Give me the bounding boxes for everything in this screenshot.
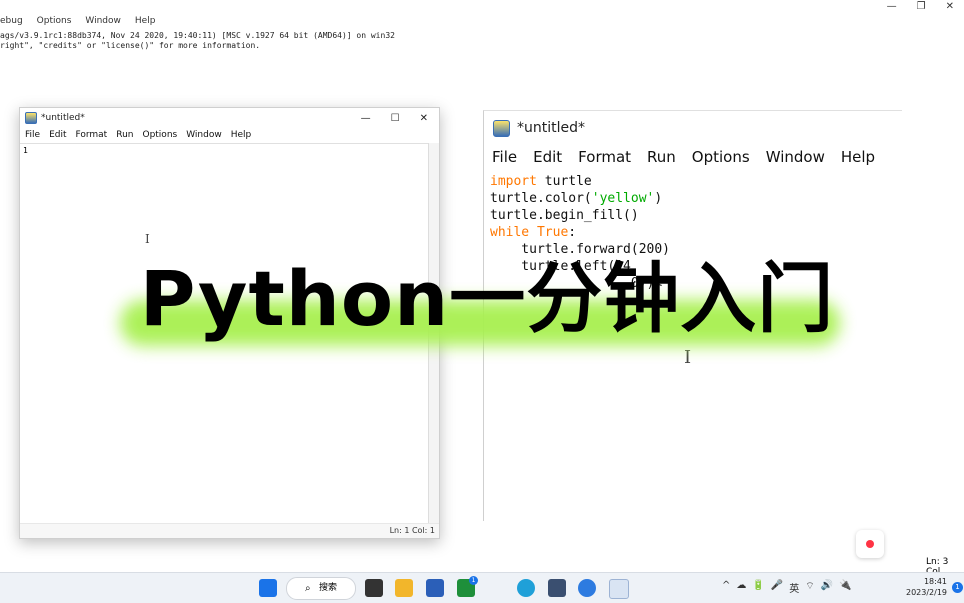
code-line-3: turtle.begin_fill(): [490, 208, 639, 223]
record-icon: [866, 540, 874, 548]
menu-run[interactable]: Run: [647, 148, 676, 166]
python-file-icon: [25, 112, 37, 124]
maximize-icon[interactable]: ☐: [391, 113, 400, 124]
code-text: turtle.color(: [490, 191, 592, 206]
menu-window[interactable]: Window: [766, 148, 825, 166]
python-file-icon: [493, 119, 510, 137]
menu-options[interactable]: Options: [142, 130, 177, 140]
shell-menu-debug[interactable]: ebug: [0, 16, 23, 26]
menu-help[interactable]: Help: [231, 130, 252, 140]
power-icon[interactable]: 🔌: [839, 580, 851, 595]
menu-options[interactable]: Options: [692, 148, 750, 166]
file-explorer-icon[interactable]: [395, 579, 413, 597]
menu-window[interactable]: Window: [186, 130, 222, 140]
shell-menubar: ebug Options Window Help: [0, 16, 155, 26]
menu-run[interactable]: Run: [116, 130, 133, 140]
close-icon[interactable]: ✕: [420, 113, 428, 124]
shell-menu-window[interactable]: Window: [85, 16, 121, 26]
title-banner: Python一分钟入门: [139, 254, 835, 343]
windows-start-icon[interactable]: [259, 579, 277, 597]
python-idle-icon[interactable]: [609, 579, 629, 599]
minimize-icon[interactable]: —: [361, 113, 371, 124]
shell-menu-options[interactable]: Options: [37, 16, 72, 26]
shell-menu-help[interactable]: Help: [135, 16, 156, 26]
task-view-icon[interactable]: [365, 579, 383, 597]
menu-help[interactable]: Help: [841, 148, 875, 166]
clock[interactable]: 18:41 2023/2/19: [906, 576, 947, 598]
cloud-icon[interactable]: ☁: [736, 580, 746, 595]
app-icon[interactable]: [578, 579, 596, 597]
code-text: ): [654, 191, 663, 206]
notification-badge[interactable]: 1: [952, 582, 963, 593]
microphone-icon[interactable]: 🎤: [771, 580, 783, 595]
input-language[interactable]: 英: [789, 580, 799, 595]
menu-format[interactable]: Format: [578, 148, 631, 166]
text-cursor-icon: I: [145, 232, 150, 246]
editor-small-titlebar[interactable]: *untitled* — ☐ ✕: [20, 108, 439, 128]
editor-large-menubar: File Edit Format Run Options Window Help: [484, 145, 902, 169]
taskbar-search[interactable]: ⌕ 搜索: [286, 577, 356, 600]
menu-file[interactable]: File: [25, 130, 40, 140]
taskbar: ⌕ 搜索 1 ^ ☁ 🔋 🎤 英 ⌔ 🔊 🔌 18:41 2023/2/19 1: [0, 572, 964, 603]
menu-format[interactable]: Format: [76, 130, 108, 140]
volume-icon[interactable]: 🔊: [821, 580, 833, 595]
shell-banner-line-1: ags/v3.9.1rc1:88db374, Nov 24 2020, 19:4…: [0, 31, 395, 40]
code-line-2: turtle.color('yellow'): [490, 191, 662, 206]
search-icon: ⌕: [305, 583, 311, 594]
text-cursor-icon: I: [684, 347, 692, 368]
shell-banner-line-2: right", "credits" or "license()" for mor…: [0, 41, 261, 50]
code-line-4: while True:: [490, 225, 576, 240]
clock-date: 2023/2/19: [906, 588, 948, 597]
close-icon[interactable]: ✕: [946, 1, 954, 12]
keyword: while True: [490, 225, 569, 240]
minimize-icon[interactable]: —: [887, 1, 897, 12]
editor-small-title: *untitled*: [41, 113, 85, 123]
code-line-1: import turtle: [490, 174, 592, 189]
line-number: 1: [23, 146, 28, 155]
menu-file[interactable]: File: [492, 148, 517, 166]
menu-edit[interactable]: Edit: [49, 130, 66, 140]
code-text: turtle: [536, 174, 592, 189]
editor-small-menubar: File Edit Format Run Options Window Help: [20, 128, 439, 142]
app-icon[interactable]: [548, 579, 566, 597]
search-label: 搜索: [319, 583, 338, 593]
edge-browser-icon[interactable]: [517, 579, 535, 597]
system-tray: ^ ☁ 🔋 🎤 英 ⌔ 🔊 🔌: [722, 580, 852, 595]
wifi-icon[interactable]: ⌔: [805, 580, 814, 595]
store-icon[interactable]: [426, 579, 444, 597]
record-button[interactable]: [856, 530, 884, 558]
show-hidden-icon[interactable]: ^: [722, 580, 730, 595]
editor-large-titlebar[interactable]: *untitled*: [484, 111, 902, 145]
editor-small-status: Ln: 1 Col: 1: [20, 523, 439, 538]
keyword: import: [490, 174, 537, 189]
clock-time: 18:41: [923, 577, 948, 586]
shell-window-controls: — ❐ ✕: [887, 1, 954, 12]
battery-icon[interactable]: 🔋: [752, 580, 764, 595]
menu-edit[interactable]: Edit: [533, 148, 562, 166]
string-literal: 'yellow': [591, 191, 655, 206]
code-text: :: [568, 225, 577, 240]
restore-icon[interactable]: ❐: [917, 1, 926, 12]
app-badge: 1: [469, 576, 478, 585]
editor-large-title: *untitled*: [517, 120, 586, 136]
